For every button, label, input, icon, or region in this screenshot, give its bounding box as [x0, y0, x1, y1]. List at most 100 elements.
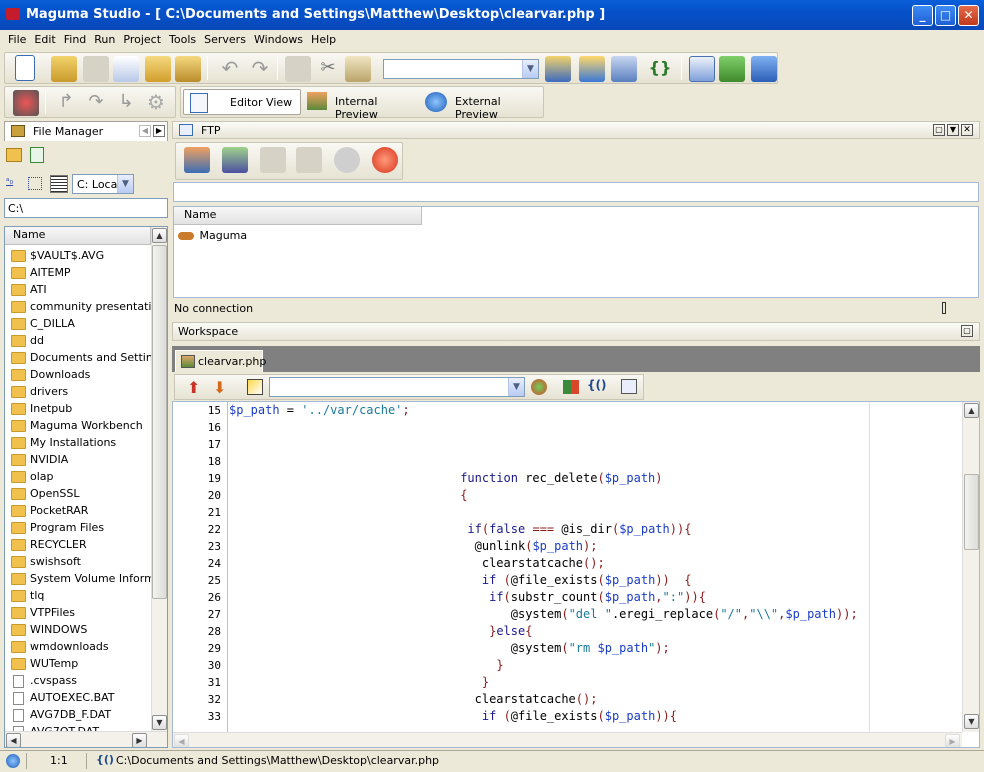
file-list-item[interactable]: AVG7DB_F.DAT — [5, 706, 151, 723]
stop-icon[interactable]: ⚙ — [143, 90, 169, 116]
code-editor[interactable]: 15 $p_path = '../var/cache'; 16 17 18 19 func… — [172, 401, 980, 748]
ftp-list-header-name[interactable]: Name — [174, 207, 422, 225]
file-list-header-name[interactable]: Name — [5, 227, 151, 245]
chevron-down-icon[interactable]: ▼ — [508, 378, 524, 396]
minimize-button[interactable]: _ — [912, 5, 933, 26]
file-list-item[interactable]: .cvspass — [5, 672, 151, 689]
step-out-icon[interactable]: ↳ — [113, 90, 139, 116]
code-line[interactable]: }else{ — [229, 624, 532, 638]
undo-icon[interactable]: ↶ — [217, 56, 243, 82]
menu-find[interactable]: Find — [60, 30, 91, 50]
file-list-hscrollbar[interactable]: ◀ ▶ — [5, 731, 167, 747]
function-select[interactable]: ▼ — [269, 377, 525, 397]
find-icon[interactable] — [545, 56, 571, 82]
file-list-item[interactable]: AUTOEXEC.BAT — [5, 689, 151, 706]
ftp-disconnect-icon[interactable] — [372, 147, 398, 173]
code-line[interactable]: function rec_delete($p_path) — [229, 471, 662, 485]
code-braces-icon[interactable]: {() — [587, 378, 607, 392]
chevron-down-icon[interactable]: ▼ — [522, 60, 538, 78]
arrow-up-icon[interactable]: ⬆ — [187, 378, 200, 397]
save-icon[interactable] — [83, 56, 109, 82]
document-tab-clearvar[interactable]: clearvar.php — [175, 350, 266, 372]
file-list-item[interactable]: OpenSSL — [5, 485, 151, 502]
scroll-left-button[interactable]: ◀ — [174, 734, 189, 747]
file-list-item[interactable]: RECYCLER — [5, 536, 151, 553]
title-bar[interactable]: Maguma Studio - [ C:\Documents and Setti… — [0, 0, 984, 30]
code-line[interactable]: if (@file_exists($p_path)) { — [229, 573, 692, 587]
file-list-item[interactable]: Downloads — [5, 366, 151, 383]
copy-icon[interactable] — [285, 56, 311, 82]
file-list-item[interactable]: WINDOWS — [5, 621, 151, 638]
ftp-home-icon[interactable] — [184, 147, 210, 173]
file-list-item[interactable]: ATI — [5, 281, 151, 298]
tab-prev-button[interactable]: ◀ — [139, 125, 151, 137]
scroll-right-button[interactable]: ▶ — [945, 734, 960, 747]
view-small-icons-icon[interactable]: ᵃ₀ — [6, 177, 13, 187]
menu-edit[interactable]: Edit — [30, 30, 59, 50]
external-preview-button[interactable]: External Preview — [425, 89, 543, 121]
redo-icon[interactable]: ↷ — [247, 56, 273, 82]
scroll-up-button[interactable]: ▲ — [964, 403, 979, 418]
code-line[interactable]: @system("del ".eregi_replace("/","\\",$p… — [229, 607, 858, 621]
file-list-item[interactable]: $VAULT$.AVG — [5, 247, 151, 264]
close-project-icon[interactable] — [175, 56, 201, 82]
close-button[interactable]: ✕ — [958, 5, 979, 26]
ftp-connect-site-icon[interactable] — [222, 147, 248, 173]
new-file-icon[interactable] — [15, 55, 35, 81]
ftp-upload-disabled-icon[interactable] — [260, 147, 286, 173]
workspace-restore-button[interactable]: ▢ — [961, 325, 973, 337]
menu-run[interactable]: Run — [90, 30, 119, 50]
file-list-item[interactable]: Maguma Workbench — [5, 417, 151, 434]
file-list-item[interactable]: community presentation — [5, 298, 165, 315]
file-list-item[interactable]: olap — [5, 468, 151, 485]
refresh-icon[interactable] — [30, 147, 44, 163]
drive-select[interactable]: C: Local ▼ — [72, 174, 134, 194]
editor-vscrollbar[interactable]: ▲ ▼ — [962, 402, 979, 732]
path-field[interactable]: C:\ — [4, 198, 168, 218]
ftp-address-field[interactable] — [173, 182, 979, 202]
parent-folder-icon[interactable] — [6, 148, 22, 162]
cut-icon[interactable]: ✂ — [315, 56, 341, 82]
file-list-item[interactable]: NVIDIA — [5, 451, 151, 468]
maximize-button[interactable]: □ — [935, 5, 956, 26]
file-list-item[interactable]: drivers — [5, 383, 151, 400]
code-line[interactable]: } — [229, 658, 503, 672]
edit-pencil-icon[interactable] — [247, 379, 263, 395]
file-list-item[interactable]: dd — [5, 332, 151, 349]
scroll-left-button[interactable]: ◀ — [6, 733, 21, 747]
internal-preview-button[interactable]: Internal Preview — [305, 89, 419, 121]
sync-icon[interactable] — [531, 379, 547, 395]
structure-icon[interactable] — [563, 380, 579, 394]
debug-icon[interactable] — [13, 90, 39, 116]
arrow-down-icon[interactable]: ⬇ — [213, 378, 226, 397]
editor-scroll-thumb[interactable] — [964, 474, 979, 550]
file-list-item[interactable]: System Volume Inform... — [5, 570, 165, 587]
file-list-item[interactable]: tlq — [5, 587, 151, 604]
code-line[interactable]: clearstatcache(); — [229, 692, 598, 706]
open-file-icon[interactable] — [51, 56, 77, 82]
ftp-upload-icon[interactable] — [719, 56, 745, 82]
save-all-icon[interactable] — [113, 56, 139, 82]
file-list-item[interactable]: VTPFiles — [5, 604, 151, 621]
file-list-scrollbar[interactable]: ▲ ▼ — [151, 227, 167, 731]
search-combo[interactable]: ▼ — [383, 59, 539, 79]
paste-icon[interactable] — [345, 56, 371, 82]
scroll-thumb[interactable] — [152, 245, 167, 599]
file-list-item[interactable]: wmdownloads — [5, 638, 151, 655]
scroll-right-button[interactable]: ▶ — [132, 733, 147, 747]
step-into-icon[interactable]: ↱ — [53, 90, 79, 116]
open-project-icon[interactable] — [145, 56, 171, 82]
code-line[interactable]: if (@file_exists($p_path)){ — [229, 709, 677, 723]
view-details-icon[interactable] — [50, 175, 68, 193]
file-list-item[interactable]: AITEMP — [5, 264, 151, 281]
menu-tools[interactable]: Tools — [165, 30, 200, 50]
step-over-icon[interactable]: ↷ — [83, 90, 109, 116]
code-line[interactable]: $p_path = '../var/cache'; — [229, 403, 410, 417]
code-line[interactable]: { — [229, 488, 467, 502]
scroll-down-button[interactable]: ▼ — [152, 715, 167, 730]
file-list-item[interactable]: C_DILLA — [5, 315, 151, 332]
file-list-item[interactable]: Program Files — [5, 519, 151, 536]
menu-windows[interactable]: Windows — [250, 30, 307, 50]
file-manager-tab[interactable]: File Manager ◀ ▶ — [4, 121, 168, 141]
editor-view-button[interactable]: Editor View — [183, 89, 301, 115]
